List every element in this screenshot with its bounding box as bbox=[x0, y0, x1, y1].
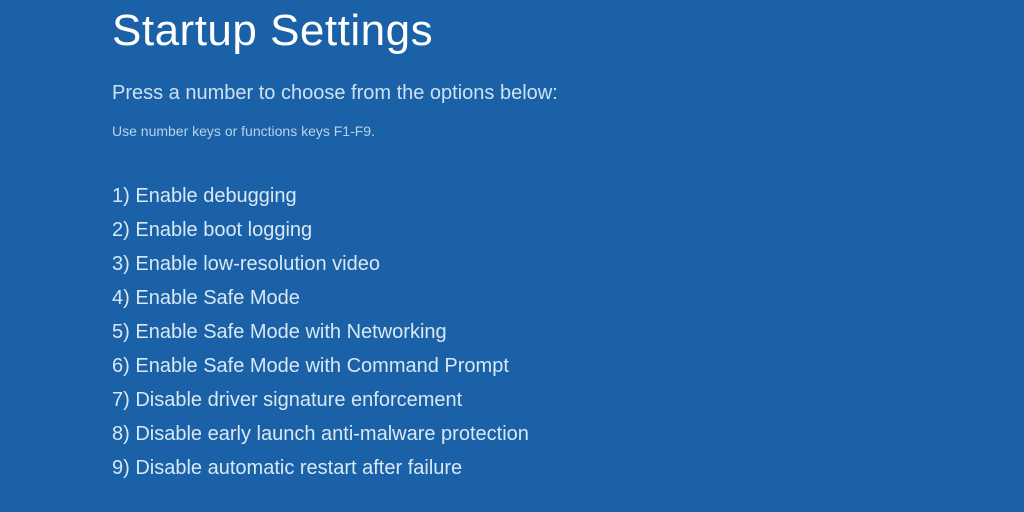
page-title: Startup Settings bbox=[112, 6, 1024, 56]
option-label: Enable Safe Mode with Command Prompt bbox=[135, 355, 509, 377]
option-label: Disable early launch anti-malware protec… bbox=[135, 423, 529, 445]
option-label: Enable boot logging bbox=[135, 219, 312, 241]
option-label: Enable Safe Mode with Networking bbox=[135, 321, 446, 343]
option-4[interactable]: 4) Enable Safe Mode bbox=[112, 285, 1024, 311]
option-3[interactable]: 3) Enable low-resolution video bbox=[112, 251, 1024, 277]
option-number: 3) bbox=[112, 253, 130, 275]
option-8[interactable]: 8) Disable early launch anti-malware pro… bbox=[112, 421, 1024, 447]
option-number: 4) bbox=[112, 287, 130, 309]
option-label: Disable automatic restart after failure bbox=[135, 457, 462, 479]
option-label: Disable driver signature enforcement bbox=[135, 389, 462, 411]
option-label: Enable Safe Mode bbox=[135, 287, 300, 309]
option-5[interactable]: 5) Enable Safe Mode with Networking bbox=[112, 319, 1024, 345]
hint-text: Use number keys or functions keys F1-F9. bbox=[112, 123, 1024, 139]
option-number: 8) bbox=[112, 423, 130, 445]
option-1[interactable]: 1) Enable debugging bbox=[112, 183, 1024, 209]
option-number: 6) bbox=[112, 355, 130, 377]
option-9[interactable]: 9) Disable automatic restart after failu… bbox=[112, 455, 1024, 481]
option-label: Enable low-resolution video bbox=[135, 253, 380, 275]
instruction-text: Press a number to choose from the option… bbox=[112, 82, 1024, 105]
option-number: 2) bbox=[112, 219, 130, 241]
option-number: 9) bbox=[112, 457, 130, 479]
option-7[interactable]: 7) Disable driver signature enforcement bbox=[112, 387, 1024, 413]
options-list: 1) Enable debugging 2) Enable boot loggi… bbox=[112, 183, 1024, 481]
option-2[interactable]: 2) Enable boot logging bbox=[112, 217, 1024, 243]
option-number: 7) bbox=[112, 389, 130, 411]
option-number: 1) bbox=[112, 185, 130, 207]
option-6[interactable]: 6) Enable Safe Mode with Command Prompt bbox=[112, 353, 1024, 379]
option-label: Enable debugging bbox=[135, 185, 296, 207]
option-number: 5) bbox=[112, 321, 130, 343]
